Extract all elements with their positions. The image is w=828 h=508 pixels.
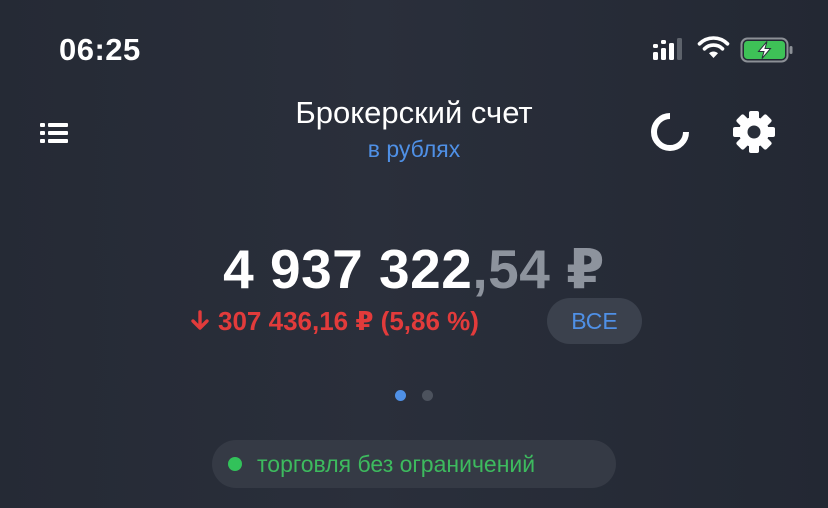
change-value: 307 436,16 ₽ (5,86 %) — [218, 306, 479, 336]
trading-status-label: торговля без ограничений — [257, 451, 536, 477]
status-bar: 06:25 — [0, 0, 828, 100]
gear-icon[interactable] — [731, 109, 777, 155]
refresh-icon[interactable] — [648, 110, 692, 154]
battery-charging-icon — [740, 37, 793, 63]
currency-selector-link[interactable]: в рублях — [0, 136, 828, 163]
account-title: Брокерский счет — [295, 95, 533, 130]
wifi-icon — [697, 36, 730, 58]
trading-status-badge: торговля без ограничений — [212, 440, 616, 488]
page-dot-1[interactable] — [395, 390, 406, 401]
balance-fraction: ,54 ₽ — [472, 238, 605, 300]
header: Брокерский счет в рублях — [0, 90, 828, 170]
signal-icon — [653, 38, 682, 60]
page-indicator — [0, 388, 828, 402]
status-dot-icon — [228, 457, 242, 471]
balance-integer: 4 937 322 — [223, 238, 473, 300]
status-time: 06:25 — [59, 32, 141, 67]
arrow-down-icon — [191, 310, 209, 330]
change-row: 307 436,16 ₽ (5,86 %) ВСЕ — [190, 298, 650, 346]
portfolio-balance: 4 937 322,54 ₽ — [0, 236, 828, 302]
period-all-button[interactable]: ВСЕ — [547, 298, 642, 344]
portfolio-change: 307 436,16 ₽ (5,86 %) — [190, 306, 479, 337]
page-dot-2[interactable] — [422, 390, 433, 401]
